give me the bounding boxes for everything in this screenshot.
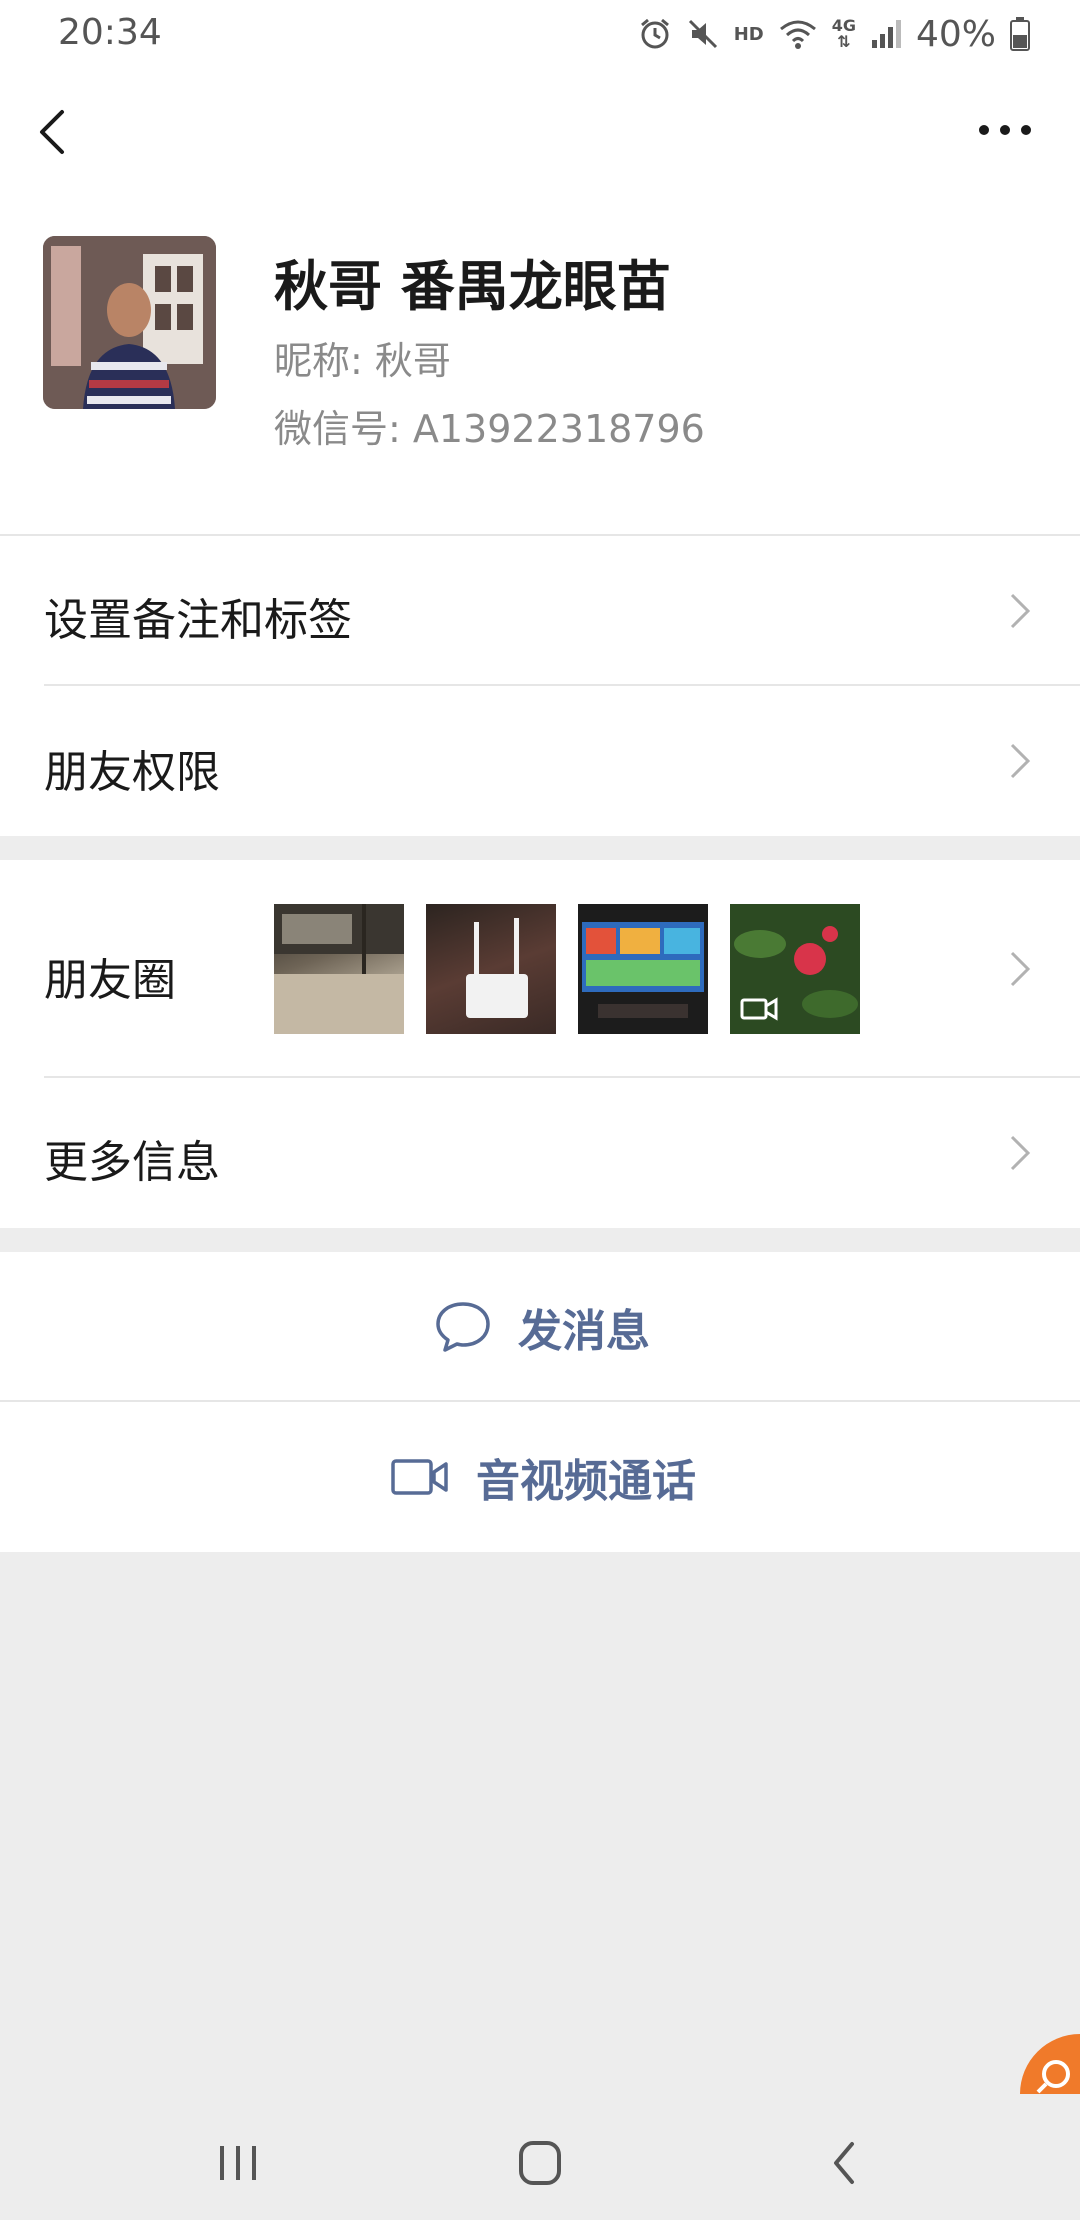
- floating-assistant-button[interactable]: [1020, 2034, 1080, 2094]
- moments-thumbnail: [578, 904, 708, 1034]
- status-bar: 20:34 HD 4G ⇅ 40%: [0, 0, 1080, 70]
- set-remark-tags-row[interactable]: 设置备注和标签: [0, 536, 1080, 686]
- top-bar: [0, 70, 1080, 190]
- status-time: 20:34: [58, 12, 162, 53]
- system-back-button[interactable]: [816, 2138, 876, 2188]
- chat-bubble-icon: [436, 1302, 490, 1352]
- send-message-label: 发消息: [518, 1306, 650, 1357]
- signal-icon: [871, 20, 901, 48]
- chevron-right-icon: [1010, 593, 1031, 629]
- recent-apps-button[interactable]: [210, 2138, 270, 2188]
- alarm-icon: [640, 18, 669, 49]
- moments-thumbnails: [274, 904, 860, 1034]
- back-button[interactable]: [30, 100, 80, 164]
- contact-display-name: 秋哥 番禺龙眼苗: [274, 255, 671, 318]
- more-info-row[interactable]: 更多信息: [0, 1078, 1080, 1228]
- more-options-button[interactable]: [970, 110, 1040, 150]
- moments-label: 朋友圈: [44, 955, 176, 1006]
- mute-icon: [688, 19, 717, 49]
- back-arrow-icon: [40, 110, 64, 154]
- battery-icon: [1010, 17, 1030, 51]
- profile-header: 秋哥 番禺龙眼苗 昵称: 秋哥 微信号: A13922318796: [0, 190, 1080, 534]
- network-label: 4G: [831, 16, 856, 35]
- contact-wechat-id: 微信号: A13922318796: [274, 407, 705, 451]
- network-type: 4G ⇅: [831, 16, 856, 51]
- chevron-right-icon: [1010, 1135, 1031, 1171]
- moments-section: 朋友圈 更多信息: [0, 860, 1080, 1228]
- hd-indicator: HD: [733, 23, 764, 45]
- friend-permissions-row[interactable]: 朋友权限: [0, 686, 1080, 836]
- settings-section: 设置备注和标签 朋友权限: [0, 536, 1080, 836]
- battery-percentage: 40%: [915, 13, 996, 55]
- contact-nickname: 昵称: 秋哥: [274, 339, 451, 383]
- video-call-button[interactable]: 音视频通话: [0, 1402, 1080, 1552]
- video-call-content: 音视频通话: [390, 1402, 696, 1552]
- floating-assistant-icon: [1036, 2060, 1070, 2094]
- moments-thumbnail: [730, 904, 860, 1034]
- send-message-content: 发消息: [434, 1252, 650, 1402]
- moments-thumbnail: [274, 904, 404, 1034]
- system-navigation-bar: [0, 2100, 1080, 2220]
- wifi-icon: [779, 20, 816, 49]
- avatar-photo: [43, 236, 216, 409]
- send-message-button[interactable]: 发消息: [0, 1252, 1080, 1402]
- home-icon: [519, 2141, 561, 2185]
- back-icon: [834, 2142, 854, 2184]
- video-call-label: 音视频通话: [476, 1456, 696, 1507]
- status-icons: HD 4G ⇅ 40%: [638, 12, 1030, 56]
- friend-permissions-label: 朋友权限: [44, 747, 220, 798]
- home-button[interactable]: [510, 2138, 570, 2188]
- video-camera-icon: [391, 1459, 448, 1495]
- chevron-right-icon: [1010, 951, 1031, 987]
- more-info-label: 更多信息: [44, 1137, 220, 1188]
- moments-row[interactable]: 朋友圈: [0, 860, 1080, 1078]
- more-icon: [979, 125, 1031, 135]
- avatar[interactable]: [43, 236, 216, 409]
- set-remark-tags-label: 设置备注和标签: [44, 595, 352, 646]
- recent-apps-icon: [220, 2146, 256, 2180]
- moments-thumbnail: [426, 904, 556, 1034]
- chevron-right-icon: [1010, 743, 1031, 779]
